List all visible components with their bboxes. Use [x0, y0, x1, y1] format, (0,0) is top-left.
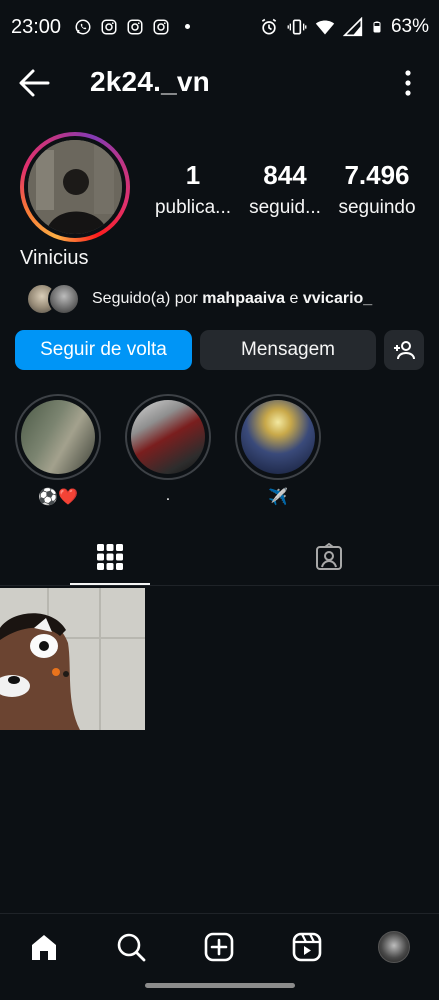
stat-following[interactable]: 7.496 seguindo — [332, 160, 422, 219]
highlight-cover — [241, 400, 315, 474]
post-image — [0, 588, 145, 730]
followed-by-text: Seguido(a) por mahpaaiva e vvicario_ — [92, 290, 372, 308]
create-icon — [204, 932, 234, 962]
story-highlight[interactable]: . — [125, 394, 211, 507]
grid-icon — [97, 544, 123, 570]
profile-display-name: Vinicius — [20, 247, 89, 269]
highlight-label: ✈️ — [268, 489, 288, 506]
highlight-cover — [131, 400, 205, 474]
status-time: 23:00 — [11, 16, 62, 38]
highlight-ring — [15, 394, 101, 480]
home-icon — [32, 935, 56, 960]
tab-tagged[interactable] — [289, 528, 369, 586]
more-options-icon[interactable] — [405, 70, 411, 96]
stat-followers-label: seguid... — [249, 197, 321, 218]
followed-by-row[interactable]: Seguido(a) por mahpaaiva e vvicario_ — [26, 282, 372, 316]
nav-home[interactable] — [27, 930, 61, 964]
tab-posts-grid[interactable] — [70, 528, 150, 586]
followed-by-connector: e — [285, 290, 303, 307]
follow-back-button[interactable]: Seguir de volta — [15, 330, 192, 370]
story-highlight[interactable]: ✈️ — [235, 394, 321, 507]
battery-icon — [373, 21, 381, 33]
alarm-icon — [261, 18, 277, 35]
profile-username: 2k24._vn — [90, 66, 210, 97]
post-thumbnail[interactable] — [0, 588, 145, 730]
status-app-icons — [74, 18, 170, 36]
message-button[interactable]: Mensagem — [200, 330, 376, 370]
instagram-icon — [101, 19, 117, 35]
stat-following-label: seguindo — [338, 197, 416, 218]
stat-posts-value: 1 — [185, 160, 201, 190]
stat-posts-label: publica... — [154, 197, 232, 218]
notification-dot — [185, 24, 190, 29]
whatsapp-icon — [75, 19, 91, 35]
highlight-label: ⚽❤️ — [38, 489, 78, 506]
search-icon — [117, 933, 146, 962]
mutual-avatars — [26, 283, 84, 315]
vibrate-icon — [287, 19, 307, 35]
wifi-icon — [315, 20, 335, 35]
active-tab-indicator — [70, 583, 150, 585]
stat-posts[interactable]: 1 publica... — [148, 160, 238, 219]
status-bar: 23:00 63% — [0, 0, 439, 54]
mutual-user-2: vvicario_ — [302, 290, 373, 307]
profile-header: 2k24._vn — [0, 58, 439, 108]
instagram-icon — [153, 19, 169, 35]
profile-stats: 1 publica... 844 seguid... 7.496 seguind… — [0, 160, 439, 230]
gesture-handle — [145, 983, 295, 988]
mutual-avatar — [48, 283, 80, 315]
suggested-users-button[interactable] — [384, 330, 424, 370]
stat-followers-value: 844 — [263, 160, 307, 190]
highlight-ring — [125, 394, 211, 480]
add-person-icon — [394, 341, 415, 360]
signal-icon — [342, 17, 363, 37]
followed-by-prefix: Seguido(a) por — [92, 290, 203, 307]
profile-avatar-nav — [378, 931, 410, 963]
highlight-cover — [21, 400, 95, 474]
reels-icon — [292, 932, 322, 962]
nav-reels[interactable] — [290, 930, 324, 964]
highlight-ring — [235, 394, 321, 480]
nav-search[interactable] — [114, 930, 148, 964]
mutual-user-1: mahpaaiva — [202, 290, 286, 307]
nav-profile[interactable] — [377, 930, 411, 964]
back-arrow-icon[interactable] — [18, 68, 50, 98]
stat-following-value: 7.496 — [344, 160, 410, 190]
battery-percent: 63% — [390, 16, 429, 37]
system-status: 63% — [259, 16, 429, 38]
stat-followers[interactable]: 844 seguid... — [240, 160, 330, 219]
profile-tabs — [0, 528, 439, 586]
tagged-icon — [316, 543, 342, 570]
highlight-label: . — [165, 487, 171, 504]
nav-create[interactable] — [202, 930, 236, 964]
story-highlight[interactable]: ⚽❤️ — [15, 394, 101, 507]
instagram-icon — [127, 19, 143, 35]
